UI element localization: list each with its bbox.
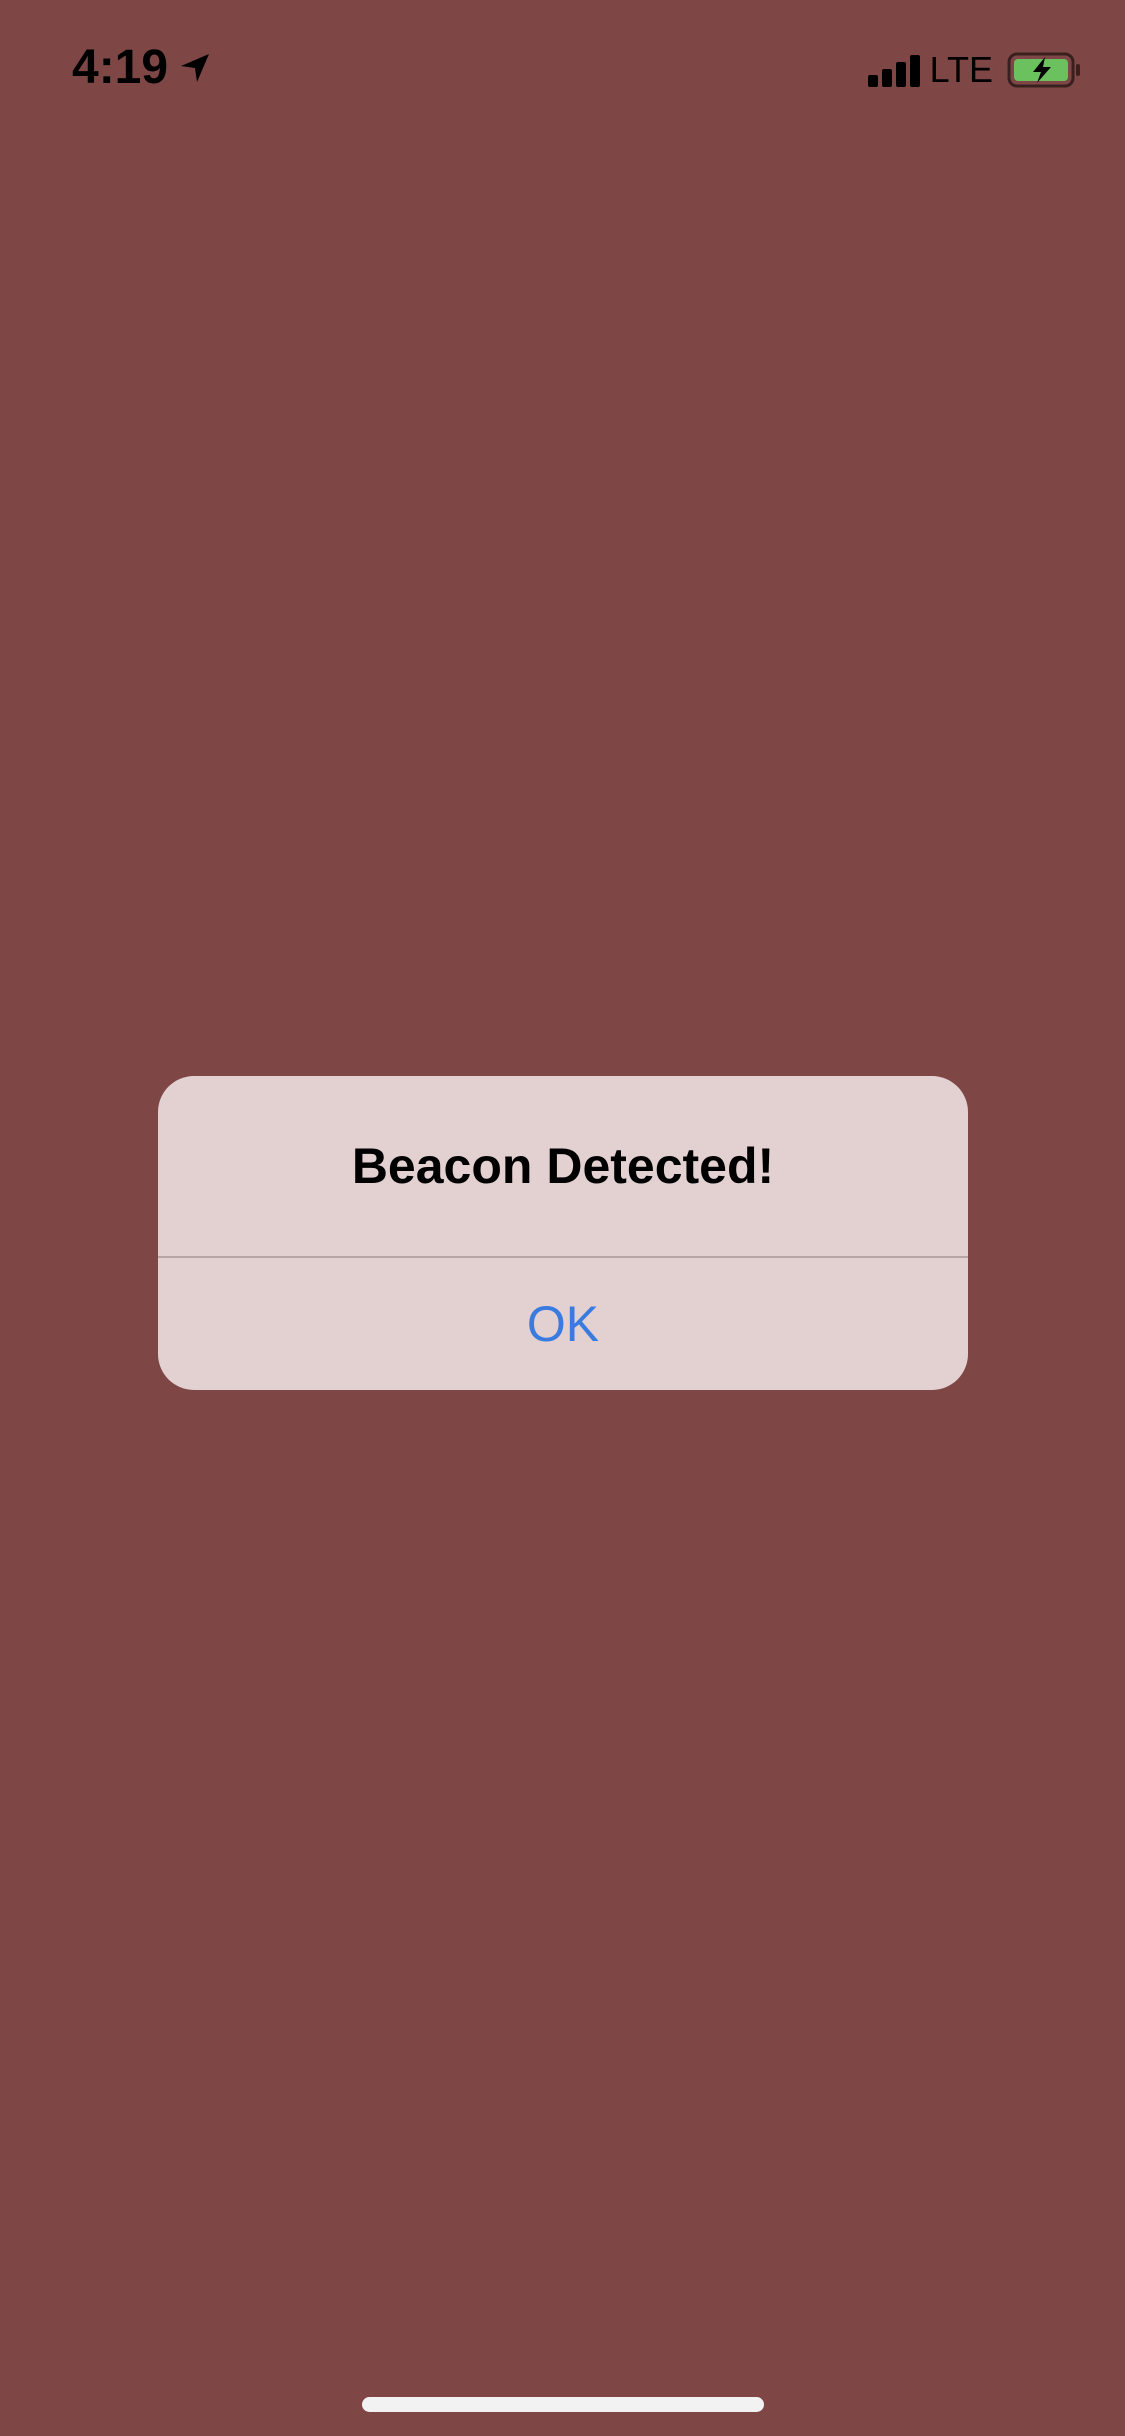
beacon-alert-dialog: Beacon Detected! OK [158, 1076, 968, 1390]
home-indicator[interactable] [362, 2397, 764, 2412]
network-type-label: LTE [929, 49, 993, 90]
status-time: 4:19 [72, 41, 169, 94]
app-screen: 4:19 LTE Beacon Detected! OK [0, 0, 1125, 2436]
status-right-group: LTE [867, 44, 1083, 96]
status-bar: 4:19 LTE [0, 0, 1125, 140]
location-arrow-icon [178, 51, 212, 85]
battery-charging-icon [1007, 50, 1083, 90]
alert-title: Beacon Detected! [351, 1138, 775, 1194]
cellular-signal-icon [867, 53, 922, 87]
time-group: 4:19 [72, 38, 212, 98]
ok-button[interactable]: OK [158, 1258, 968, 1390]
